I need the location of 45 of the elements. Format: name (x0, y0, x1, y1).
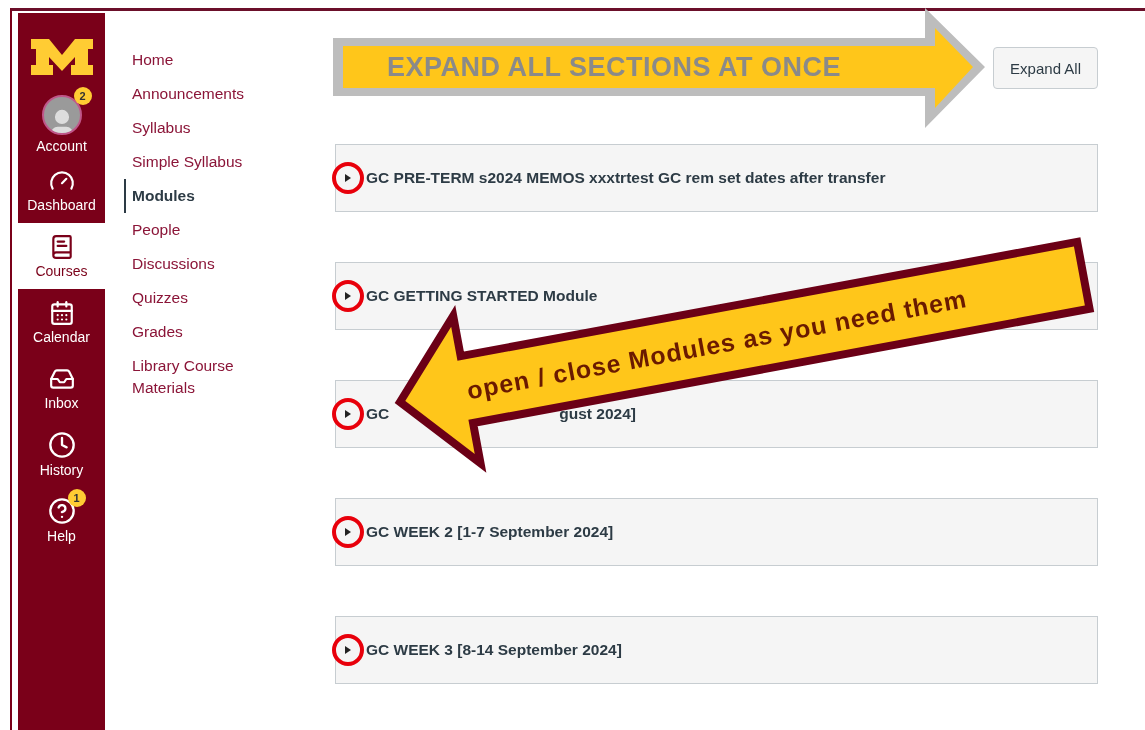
caret-right-icon[interactable] (344, 174, 352, 182)
global-nav-item[interactable]: Inbox (18, 355, 105, 421)
nav-label: History (39, 461, 84, 478)
course-nav-link[interactable]: Modules (124, 179, 305, 213)
global-nav-item[interactable]: Calendar (18, 289, 105, 355)
course-nav-link[interactable]: Quizzes (124, 281, 305, 315)
nav-label: Calendar (33, 328, 90, 345)
module-header[interactable]: GC PRE-TERM s2024 MEMOS xxxtrtest GC rem set dates after transfer (335, 144, 1098, 212)
module-title: GC GETTING STARTED Module (366, 287, 598, 305)
course-nav-link[interactable]: Home (124, 43, 305, 77)
module-title: GC WEEK 3 [8-14 September 2024] (366, 641, 622, 659)
caret-right-icon[interactable] (344, 646, 352, 654)
module-title: GC WEEK 2 [1-7 September 2024] (366, 523, 614, 541)
clock-icon (47, 430, 76, 459)
nav-label: Help (47, 527, 76, 544)
calendar-icon (48, 299, 75, 326)
annotation-text: EXPAND ALL SECTIONS AT ONCE (387, 52, 842, 82)
module-header[interactable]: GC WEEK 2 [1-7 September 2024] (335, 498, 1098, 566)
expand-all-button[interactable]: Expand All (993, 47, 1098, 89)
avatar-icon (41, 94, 82, 135)
nav-label: Courses (35, 262, 88, 279)
nav-label: Dashboard (27, 196, 96, 213)
caret-right-icon[interactable] (344, 410, 352, 418)
caret-right-icon[interactable] (344, 292, 352, 300)
course-nav-link[interactable]: People (124, 213, 305, 247)
help-icon (47, 496, 76, 525)
notification-badge: 2 (73, 86, 92, 105)
nav-label: Account (36, 137, 87, 154)
course-nav-link[interactable]: Simple Syllabus (124, 145, 305, 179)
global-nav-item[interactable]: History (18, 421, 105, 487)
module-title: GC (366, 405, 390, 423)
global-nav-item[interactable]: Dashboard (18, 157, 105, 223)
caret-right-icon[interactable] (344, 528, 352, 536)
notification-badge: 1 (67, 488, 86, 507)
module-title: GC PRE-TERM s2024 MEMOS xxxtrtest GC rem set dates after transfer (366, 169, 886, 187)
course-nav-link[interactable]: Grades (124, 315, 305, 349)
global-nav-item[interactable]: 1 Help (18, 487, 105, 553)
module-header[interactable]: GC WEEK 3 [8-14 September 2024] (335, 616, 1098, 684)
module-title: gust 2024] (559, 405, 636, 423)
global-nav-item[interactable]: Courses (18, 223, 105, 289)
nav-label: Inbox (44, 394, 79, 411)
course-nav-link[interactable]: Library Course Materials (124, 349, 262, 405)
course-nav-link[interactable]: Discussions (124, 247, 305, 281)
course-nav-link[interactable]: Announcements (124, 77, 305, 111)
course-nav-link[interactable]: Syllabus (124, 111, 305, 145)
